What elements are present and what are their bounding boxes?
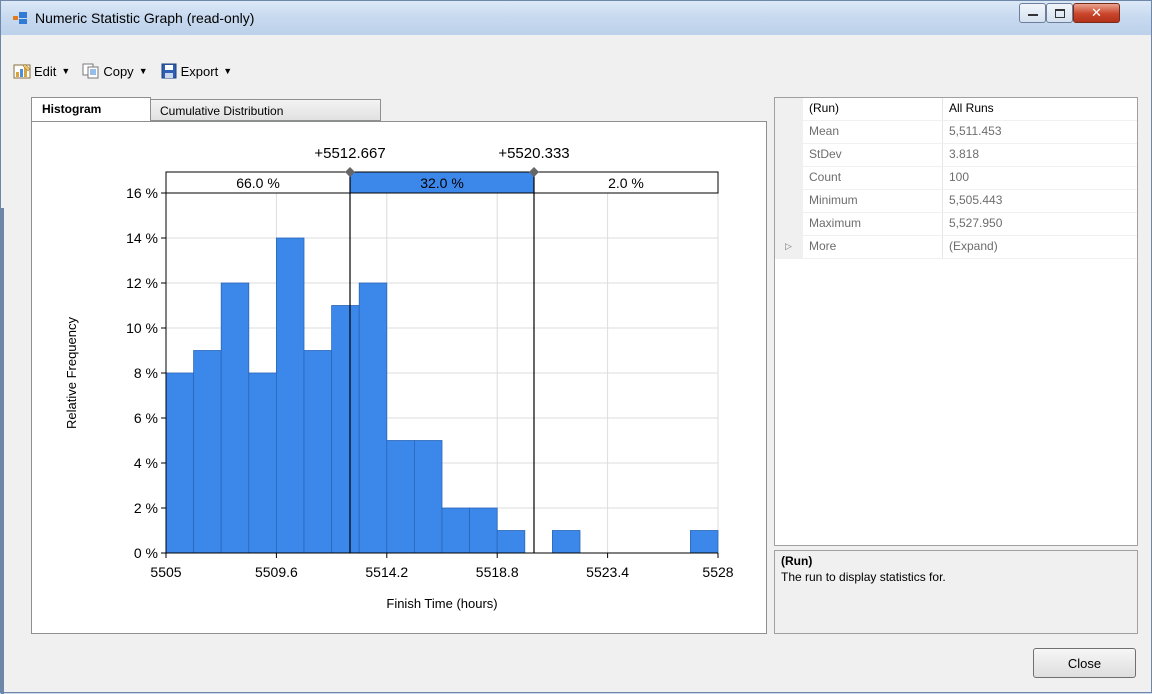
description-title: (Run): [781, 554, 813, 568]
row-gutter: [775, 144, 803, 167]
row-gutter: [775, 98, 803, 121]
property-name: Mean: [803, 121, 943, 143]
histogram-bar: [331, 305, 360, 554]
histogram-bar: [275, 237, 305, 554]
property-row[interactable]: (Run) All Runs: [775, 98, 1137, 121]
close-window-button[interactable]: ✕: [1073, 3, 1120, 23]
tab-cumulative-distribution[interactable]: Cumulative Distribution: [149, 99, 381, 121]
histogram-bar: [358, 282, 388, 554]
property-value: 3.818: [949, 147, 980, 161]
x-tick-label: 5509.6: [255, 564, 298, 580]
property-row[interactable]: Count 100: [775, 167, 1137, 190]
region-label: 2.0 %: [608, 175, 644, 191]
y-tick-label: 16 %: [126, 185, 158, 201]
edit-menu[interactable]: Edit ▼: [9, 63, 74, 79]
property-value: 5,505.443: [949, 193, 1003, 207]
y-axis-title: Relative Frequency: [64, 317, 79, 429]
property-value: 5,511.453: [949, 124, 1002, 138]
property-row[interactable]: StDev 3.818: [775, 144, 1137, 167]
export-label: Export: [180, 63, 219, 79]
property-row[interactable]: Mean 5,511.453: [775, 121, 1137, 144]
x-tick-label: 5528: [702, 564, 733, 580]
histogram-bar: [220, 282, 250, 554]
close-icon: ✕: [1091, 5, 1102, 20]
property-name: More: [803, 236, 943, 258]
row-gutter: [775, 121, 803, 144]
x-tick-label: 5514.2: [365, 564, 408, 580]
edit-chart-icon: [13, 63, 31, 79]
property-name: Count: [803, 167, 943, 189]
row-gutter: [775, 213, 803, 236]
close-button[interactable]: Close: [1033, 648, 1136, 678]
x-axis-title: Finish Time (hours): [386, 596, 497, 611]
export-menu[interactable]: Export ▼: [156, 63, 237, 79]
property-value: 5,527.950: [949, 216, 1003, 230]
description-panel: (Run) The run to display statistics for.: [774, 550, 1138, 634]
row-gutter: [775, 167, 803, 190]
x-tick-label: 5518.8: [476, 564, 519, 580]
histogram-bar: [248, 372, 277, 554]
app-icon: [13, 12, 27, 24]
chevron-down-icon: ▼: [223, 66, 233, 76]
property-name: StDev: [803, 144, 943, 166]
property-value: 100: [949, 170, 970, 184]
y-tick-label: 12 %: [126, 275, 158, 291]
tab-histogram[interactable]: Histogram: [31, 97, 151, 121]
minimize-icon: [1027, 14, 1038, 16]
marker-label: +5520.333: [498, 145, 569, 162]
y-tick-label: 6 %: [134, 410, 158, 426]
expand-arrow-icon[interactable]: ▷: [775, 236, 803, 259]
maximize-icon: [1054, 8, 1065, 18]
chevron-down-icon: ▼: [61, 66, 71, 76]
property-grid[interactable]: (Run) All Runs Mean 5,511.453 StDev 3.818 Coun…: [774, 97, 1138, 546]
copy-icon: [82, 63, 99, 79]
title-bar[interactable]: Numeric Statistic Graph (read-only) ✕: [1, 1, 1151, 35]
edit-label: Edit: [34, 63, 57, 79]
property-row[interactable]: ▷ More (Expand): [775, 236, 1137, 259]
histogram-chart[interactable]: 0 % 2 % 4 % 6 % 8 % 10 % 12 % 14 % 16 % 5505 5509.…: [32, 122, 768, 635]
minimize-button[interactable]: [1019, 3, 1046, 23]
maximize-button[interactable]: [1046, 3, 1073, 23]
x-tick-label: 5505: [150, 564, 181, 580]
copy-label: Copy: [103, 63, 134, 79]
property-value: All Runs: [949, 101, 994, 115]
histogram-bar: [386, 440, 415, 554]
row-gutter: [775, 190, 803, 213]
description-text: The run to display statistics for.: [781, 570, 946, 584]
toolbar: Edit ▼ Copy ▼ Export ▼: [9, 59, 236, 83]
histogram-bar: [441, 507, 471, 554]
window-edge: [1, 208, 4, 694]
histogram-bar: [303, 350, 333, 554]
property-name: Maximum: [803, 213, 943, 235]
histogram-bar: [690, 530, 719, 554]
histogram-panel: 0 % 2 % 4 % 6 % 8 % 10 % 12 % 14 % 16 % 5505 5509.…: [31, 121, 767, 634]
dialog-window: Numeric Statistic Graph (read-only) ✕ Ed…: [0, 0, 1152, 694]
copy-menu[interactable]: Copy ▼: [78, 63, 151, 79]
property-name: Minimum: [803, 190, 943, 212]
region-label: 66.0 %: [236, 175, 280, 191]
histogram-bar: [496, 530, 526, 554]
histogram-bar: [165, 372, 195, 554]
histogram-bar: [413, 440, 443, 554]
property-row[interactable]: Minimum 5,505.443: [775, 190, 1137, 213]
x-tick-label: 5523.4: [586, 564, 629, 580]
y-tick-label: 10 %: [126, 320, 158, 336]
histogram-bar: [469, 507, 498, 554]
histogram-bar: [552, 530, 581, 554]
histogram-bar: [193, 350, 222, 554]
property-row[interactable]: Maximum 5,527.950: [775, 213, 1137, 236]
property-value: (Expand): [949, 239, 998, 253]
window-title: Numeric Statistic Graph (read-only): [35, 10, 255, 26]
y-tick-label: 0 %: [134, 545, 158, 561]
marker-label: +5512.667: [314, 145, 385, 162]
y-tick-label: 14 %: [126, 230, 158, 246]
chevron-down-icon: ▼: [138, 66, 148, 76]
y-tick-label: 2 %: [134, 500, 158, 516]
property-name: (Run): [803, 98, 943, 120]
save-disk-icon: [161, 63, 177, 79]
region-label: 32.0 %: [420, 175, 464, 191]
y-tick-label: 8 %: [134, 365, 158, 381]
y-tick-label: 4 %: [134, 455, 158, 471]
